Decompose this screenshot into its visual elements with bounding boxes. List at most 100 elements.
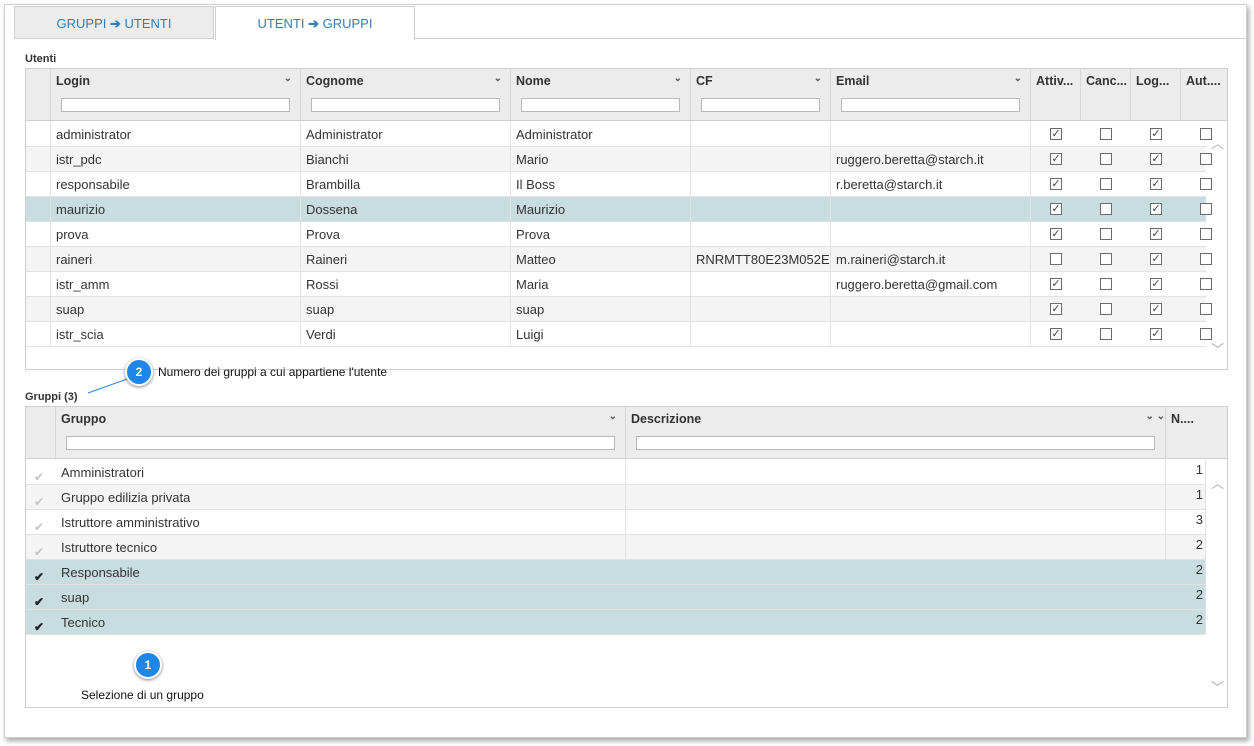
column-header-cancellato[interactable]: Canc... — [1081, 69, 1131, 120]
list-item[interactable]: ✔ Responsabile 2 — [26, 560, 1206, 585]
chevron-down-icon[interactable]: ⌄ — [284, 73, 292, 84]
list-item[interactable]: ✔ Gruppo edilizia privata 1 — [26, 485, 1206, 510]
list-item[interactable]: ✔ Istruttore amministrativo 3 — [26, 510, 1206, 535]
checkbox-log[interactable]: ✓ — [1150, 178, 1162, 190]
checkbox-attivo[interactable]: ✓ — [1050, 178, 1062, 190]
tab-utenti-gruppi[interactable]: UTENTI ➔ GRUPPI — [215, 6, 415, 40]
chevron-down-icon[interactable]: ⌄ ⌄ — [1145, 411, 1165, 422]
scroll-up-icon[interactable]: ︿ — [1211, 133, 1224, 152]
checkbox-attivo[interactable]: ✓ — [1050, 128, 1062, 140]
checkbox-log[interactable]: ✓ — [1150, 153, 1162, 165]
chevron-down-icon[interactable]: ⌄ — [609, 411, 617, 422]
table-row[interactable]: prova Prova Prova ✓ ✓ — [26, 222, 1212, 247]
list-item[interactable]: ✔ Istruttore tecnico 2 — [26, 535, 1206, 560]
column-header-nome[interactable]: Nome ⌄ — [511, 69, 691, 120]
checkbox-canc[interactable] — [1100, 328, 1112, 340]
check-icon[interactable]: ✔ — [34, 565, 44, 585]
table-row[interactable]: responsabile Brambilla Il Boss r.beretta@st… — [26, 172, 1212, 197]
checkbox-canc[interactable] — [1100, 178, 1112, 190]
filter-cognome-input[interactable] — [311, 98, 500, 112]
table-row[interactable]: istr_scia Verdi Luigi ✓ ✓ — [26, 322, 1212, 347]
checkbox-log[interactable]: ✓ — [1150, 278, 1162, 290]
column-header-cf[interactable]: CF ⌄ — [691, 69, 831, 120]
list-item[interactable]: ✔ Amministratori 1 — [26, 460, 1206, 485]
cell-login: raineri — [51, 247, 301, 272]
scroll-down-icon[interactable]: ﹀ — [1211, 677, 1224, 696]
checkbox-aut[interactable] — [1200, 203, 1212, 215]
row-select-cell[interactable]: ✔ — [26, 585, 56, 610]
table-row[interactable]: raineri Raineri Matteo RNRMTT80E23M052E m.ra… — [26, 247, 1212, 272]
chevron-down-icon[interactable]: ⌄ — [814, 73, 822, 84]
checkbox-attivo[interactable]: ✓ — [1050, 203, 1062, 215]
check-icon[interactable]: ✔ — [34, 615, 44, 635]
check-icon[interactable]: ✔ — [34, 540, 44, 560]
tab-gruppi-utenti[interactable]: GRUPPI ➔ UTENTI — [14, 6, 214, 39]
checkbox-log[interactable]: ✓ — [1150, 203, 1162, 215]
column-header-numero[interactable]: N.... — [1166, 407, 1227, 458]
chevron-down-icon[interactable]: ⌄ — [1014, 73, 1022, 84]
checkbox-canc[interactable] — [1100, 203, 1112, 215]
scroll-up-icon[interactable]: ︿ — [1211, 473, 1224, 492]
checkbox-canc[interactable] — [1100, 228, 1112, 240]
checkbox-attivo[interactable]: ✓ — [1050, 278, 1062, 290]
users-grid: Login ⌄ Cognome ⌄ Nome ⌄ CF ⌄ Email ⌄ Attiv..… — [25, 68, 1228, 370]
column-header-email[interactable]: Email ⌄ — [831, 69, 1031, 120]
row-select-cell[interactable]: ✔ — [26, 485, 56, 510]
check-icon[interactable]: ✔ — [34, 465, 44, 485]
filter-gruppo-input[interactable] — [66, 436, 615, 450]
chevron-down-icon[interactable]: ⌄ — [494, 73, 502, 84]
row-select-cell[interactable]: ✔ — [26, 460, 56, 485]
row-select-cell[interactable]: ✔ — [26, 610, 56, 635]
column-header-attivo[interactable]: Attiv... — [1031, 69, 1081, 120]
filter-nome-input[interactable] — [521, 98, 680, 112]
tab-label-a: GRUPPI — [56, 16, 107, 31]
chevron-down-icon[interactable]: ⌄ — [674, 73, 682, 84]
checkbox-canc[interactable] — [1100, 303, 1112, 315]
filter-email-input[interactable] — [841, 98, 1020, 112]
checkbox-attivo[interactable]: ✓ — [1050, 303, 1062, 315]
checkbox-log[interactable]: ✓ — [1150, 303, 1162, 315]
check-icon[interactable]: ✔ — [34, 590, 44, 610]
check-icon[interactable]: ✔ — [34, 515, 44, 535]
checkbox-aut[interactable] — [1200, 303, 1212, 315]
row-indicator-header — [26, 69, 51, 120]
filter-descrizione-input[interactable] — [636, 436, 1155, 450]
checkbox-attivo[interactable]: ✓ — [1050, 153, 1062, 165]
check-icon[interactable]: ✔ — [34, 490, 44, 510]
table-row[interactable]: maurizio Dossena Maurizio ✓ ✓ — [26, 197, 1212, 222]
checkbox-canc[interactable] — [1100, 253, 1112, 265]
checkbox-aut[interactable] — [1200, 228, 1212, 240]
checkbox-canc[interactable] — [1100, 278, 1112, 290]
table-row[interactable]: istr_pdc Bianchi Mario ruggero.beretta@star… — [26, 147, 1212, 172]
checkbox-aut[interactable] — [1200, 178, 1212, 190]
checkbox-attivo[interactable] — [1050, 253, 1062, 265]
row-select-cell[interactable]: ✔ — [26, 510, 56, 535]
column-header-aut[interactable]: Aut.... — [1181, 69, 1227, 120]
checkbox-aut[interactable] — [1200, 153, 1212, 165]
column-header-cognome[interactable]: Cognome ⌄ — [301, 69, 511, 120]
table-row[interactable]: istr_amm Rossi Maria ruggero.beretta@gmail.… — [26, 272, 1212, 297]
checkbox-log[interactable]: ✓ — [1150, 328, 1162, 340]
column-header-descrizione[interactable]: Descrizione ⌄ ⌄ — [626, 407, 1166, 458]
column-header-login[interactable]: Login ⌄ — [51, 69, 301, 120]
table-row[interactable]: suap suap suap ✓ ✓ — [26, 297, 1212, 322]
checkbox-log[interactable]: ✓ — [1150, 228, 1162, 240]
checkbox-aut[interactable] — [1200, 253, 1212, 265]
table-row[interactable]: administrator Administrator Administrator ✓… — [26, 122, 1212, 147]
row-select-cell[interactable]: ✔ — [26, 560, 56, 585]
checkbox-attivo[interactable]: ✓ — [1050, 228, 1062, 240]
filter-cf-input[interactable] — [701, 98, 820, 112]
list-item[interactable]: ✔ suap 2 — [26, 585, 1206, 610]
checkbox-log[interactable]: ✓ — [1150, 253, 1162, 265]
checkbox-canc[interactable] — [1100, 153, 1112, 165]
checkbox-canc[interactable] — [1100, 128, 1112, 140]
column-header-gruppo[interactable]: Gruppo ⌄ — [56, 407, 626, 458]
scroll-down-icon[interactable]: ﹀ — [1211, 339, 1224, 358]
checkbox-aut[interactable] — [1200, 278, 1212, 290]
filter-login-input[interactable] — [61, 98, 290, 112]
list-item[interactable]: ✔ Tecnico 2 — [26, 610, 1206, 635]
checkbox-log[interactable]: ✓ — [1150, 128, 1162, 140]
checkbox-attivo[interactable]: ✓ — [1050, 328, 1062, 340]
column-header-log[interactable]: Log... — [1131, 69, 1181, 120]
row-select-cell[interactable]: ✔ — [26, 535, 56, 560]
